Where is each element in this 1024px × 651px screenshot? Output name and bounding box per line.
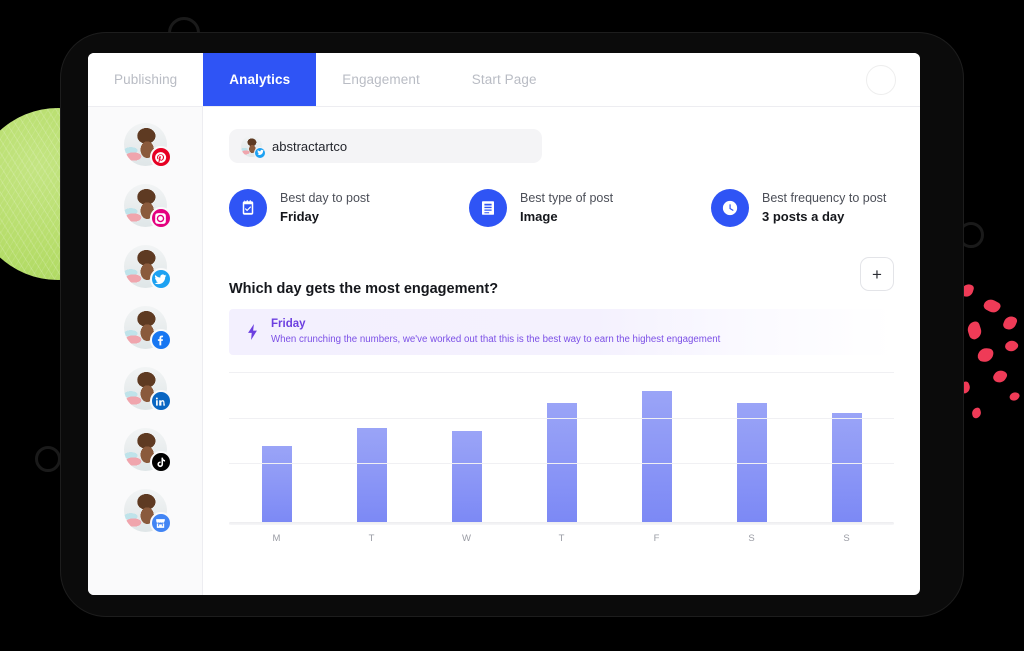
insight-banner-description: When crunching the numbers, we've worked… <box>271 333 720 347</box>
stat-card-label: Best day to post <box>280 189 370 207</box>
chart-gridline <box>229 418 894 419</box>
account-selector-name: abstractartco <box>272 139 347 154</box>
chart-bar-t-3[interactable] <box>547 403 577 525</box>
chart-bar-slot <box>419 373 514 525</box>
chart-baseline <box>229 522 894 525</box>
best-practices-stats: Best day to postFriday Best type of postI… <box>229 189 894 227</box>
page-title: Which day gets the most engagement? <box>229 281 498 297</box>
tab-publishing[interactable]: Publishing <box>88 53 203 106</box>
chart-bar-f-4[interactable] <box>642 391 672 525</box>
chart-bar-slot <box>799 373 894 525</box>
stat-card-value: Friday <box>280 207 370 227</box>
confetti-petal <box>971 407 982 419</box>
stat-card-value: Image <box>520 207 613 227</box>
twitter-icon <box>254 147 266 159</box>
chart-x-label-1: T <box>324 533 419 544</box>
chart-x-label-3: T <box>514 533 609 544</box>
chart-bar-slot <box>229 373 324 525</box>
account-selector-avatar <box>241 136 262 157</box>
stat-card-0: Best day to postFriday <box>229 189 469 227</box>
facebook-icon <box>150 329 172 351</box>
tab-analytics[interactable]: Analytics <box>203 53 316 106</box>
confetti-petal <box>1002 314 1018 331</box>
confetti-petal <box>1003 338 1019 354</box>
insight-banner: Friday When crunching the numbers, we've… <box>229 309 894 355</box>
stat-card-label: Best frequency to post <box>762 189 886 207</box>
confetti-petal <box>982 297 1002 315</box>
sidebar-account-instagram[interactable] <box>124 184 167 227</box>
chart-x-label-4: F <box>609 533 704 544</box>
confetti-petal <box>1009 391 1021 403</box>
twitter-icon <box>150 268 172 290</box>
ring-decoration-left <box>35 446 61 472</box>
confetti-petal <box>992 368 1009 385</box>
chart-x-axis-labels: MTWTFSS <box>229 533 894 544</box>
app-screen: Publishing Analytics Engagement Start Pa… <box>88 53 920 595</box>
app-body: abstractartco Best day to postFridayBest… <box>88 107 920 595</box>
calendar-check-icon <box>229 189 267 227</box>
confetti-petal <box>977 347 994 363</box>
sidebar-account-tiktok[interactable] <box>124 428 167 471</box>
instagram-icon <box>150 207 172 229</box>
stat-card-text: Best frequency to post3 posts a day <box>762 189 886 227</box>
chart-bars <box>229 373 894 525</box>
add-widget-button[interactable]: + <box>860 257 894 291</box>
stat-card-label: Best type of post <box>520 189 613 207</box>
tablet-device-frame: Publishing Analytics Engagement Start Pa… <box>60 32 964 617</box>
sidebar-account-google-business[interactable] <box>124 489 167 532</box>
chart-bar-slot <box>704 373 799 525</box>
account-selector[interactable]: abstractartco <box>229 129 542 163</box>
engagement-bar-chart: MTWTFSS <box>229 373 894 551</box>
avatar[interactable] <box>866 65 896 95</box>
section-header-row: Which day gets the most engagement? + <box>229 257 894 297</box>
chart-bar-w-2[interactable] <box>452 431 482 525</box>
chart-bar-slot <box>324 373 419 525</box>
chart-bar-t-1[interactable] <box>357 428 387 525</box>
stat-card-2: Best frequency to post3 posts a day <box>711 189 886 227</box>
chart-gridline <box>229 372 894 373</box>
analytics-content: abstractartco Best day to postFridayBest… <box>203 107 920 595</box>
tiktok-icon <box>150 451 172 473</box>
chart-gridline <box>229 463 894 464</box>
chart-bar-s-6[interactable] <box>832 413 862 525</box>
confetti-petal <box>966 320 984 340</box>
chart-x-label-6: S <box>799 533 894 544</box>
sidebar-account-linkedin[interactable] <box>124 367 167 410</box>
sidebar-account-pinterest[interactable] <box>124 123 167 166</box>
sidebar-account-facebook[interactable] <box>124 306 167 349</box>
chart-bar-slot <box>609 373 704 525</box>
chart-plot-area <box>229 373 894 525</box>
tab-start-page[interactable]: Start Page <box>446 53 563 106</box>
chart-bar-s-5[interactable] <box>737 403 767 525</box>
tab-engagement[interactable]: Engagement <box>316 53 446 106</box>
google-business-icon <box>150 512 172 534</box>
chart-x-label-0: M <box>229 533 324 544</box>
linkedin-icon <box>150 390 172 412</box>
document-lines-icon <box>469 189 507 227</box>
chart-x-label-5: S <box>704 533 799 544</box>
screenshot-stage: Publishing Analytics Engagement Start Pa… <box>0 0 1024 651</box>
stat-card-value: 3 posts a day <box>762 207 886 227</box>
insight-banner-title: Friday <box>271 317 720 333</box>
chart-x-label-2: W <box>419 533 514 544</box>
stat-card-1: Best type of postImage <box>469 189 711 227</box>
sidebar-account-twitter[interactable] <box>124 245 167 288</box>
tab-bar-spacer <box>563 53 866 106</box>
lightning-bolt-icon <box>245 324 259 340</box>
chart-bar-m-0[interactable] <box>262 446 292 525</box>
top-tab-bar: Publishing Analytics Engagement Start Pa… <box>88 53 920 107</box>
stat-card-text: Best type of postImage <box>520 189 613 227</box>
stat-card-text: Best day to postFriday <box>280 189 370 227</box>
pinterest-icon <box>150 146 172 168</box>
social-accounts-sidebar <box>88 107 203 595</box>
insight-banner-text: Friday When crunching the numbers, we've… <box>271 317 720 346</box>
clock-icon <box>711 189 749 227</box>
chart-bar-slot <box>514 373 609 525</box>
